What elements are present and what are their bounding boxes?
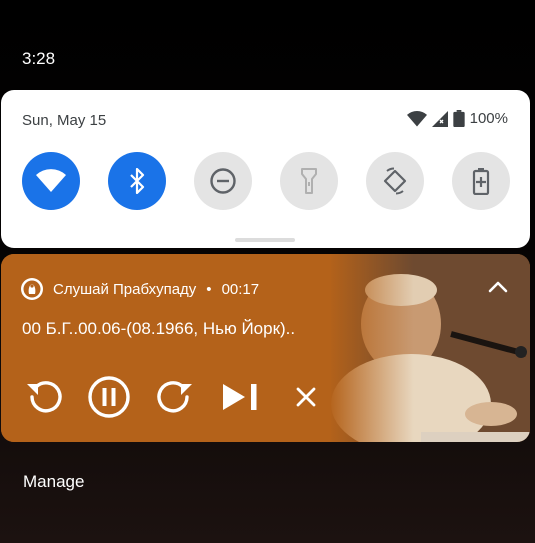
do-not-disturb-icon [210,168,236,194]
media-controls [1,374,530,420]
quick-settings-tiles [22,152,510,210]
panel-drag-handle[interactable] [235,238,295,242]
chevron-up-icon[interactable] [488,279,508,293]
close-icon [296,387,316,407]
tile-auto-rotate[interactable] [366,152,424,210]
battery-icon [452,110,465,127]
tile-do-not-disturb[interactable] [194,152,252,210]
media-track-title: 00 Б.Г..00.06-(08.1966, Нью Йорк).. [22,319,296,338]
qs-date: Sun, May 15 [22,112,107,129]
replay-button[interactable] [21,374,67,420]
flashlight-icon [301,168,317,194]
tile-flashlight[interactable] [280,152,338,210]
status-bar-time: 3:28 [22,49,56,68]
tile-battery-saver[interactable] [452,152,510,210]
qs-status-icons: 100% [406,110,508,127]
forward-button[interactable] [152,374,198,420]
media-notification[interactable]: Слушай Прабхупаду • 00:17 00 Б.Г..00.06-… [1,254,530,442]
tile-bluetooth[interactable] [108,152,166,210]
app-logo-icon [21,278,43,300]
skip-next-icon [223,384,257,410]
replay-icon [27,381,62,413]
cell-signal-icon [431,110,448,127]
auto-rotate-icon [383,167,407,195]
tile-wifi[interactable] [22,152,80,210]
dismiss-button[interactable] [283,374,329,420]
skip-next-button[interactable] [218,374,264,420]
wifi-icon [36,169,66,192]
wifi-signal-icon [406,110,427,126]
pause-icon [88,376,130,418]
media-separator: • [206,280,212,298]
battery-saver-icon [472,168,490,195]
media-app-name: Слушай Прабхупаду [53,280,197,298]
media-header: Слушай Прабхупаду • 00:17 [21,278,259,300]
manage-notifications-button[interactable]: Manage [23,472,84,492]
quick-settings-panel: Sun, May 15 100% [1,90,530,248]
forward-icon [157,381,192,413]
battery-percent: 100% [469,110,508,127]
pause-button[interactable] [86,374,132,420]
bluetooth-icon [130,168,145,194]
media-elapsed-time: 00:17 [221,280,260,298]
